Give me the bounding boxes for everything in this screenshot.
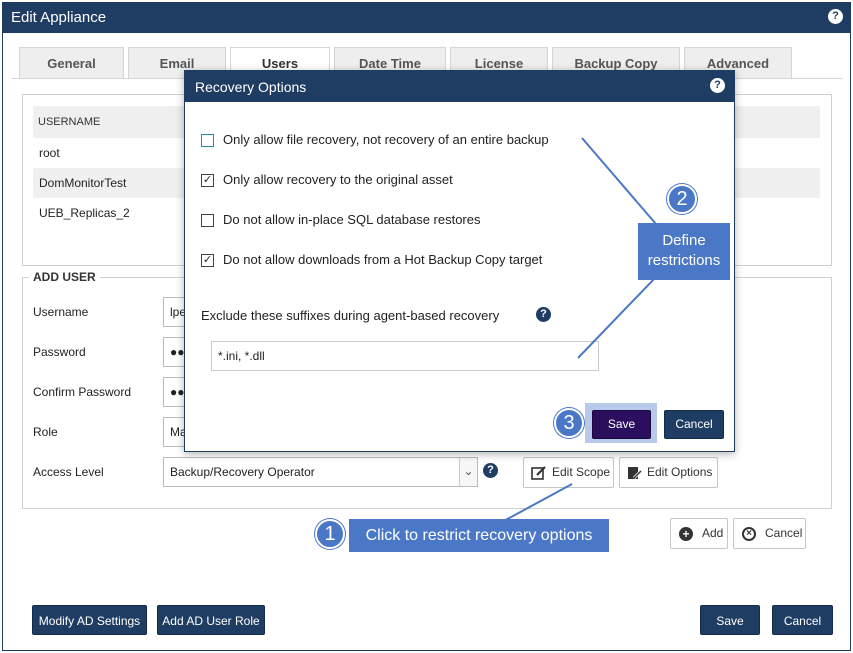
access-help-icon[interactable]: ? [483,463,498,478]
tab-general[interactable]: General [19,47,124,79]
save-button[interactable]: Save [700,605,760,635]
suffix-input[interactable]: *.ini, *.dll [211,341,599,371]
option-label: Do not allow in-place SQL database resto… [223,212,481,227]
cancel-label: Cancel [765,526,803,540]
dialog-title: Recovery Options [195,79,307,95]
access-level-select[interactable]: Backup/Recovery Operator ⌄ [163,457,478,487]
option-label: Only allow recovery to the original asse… [223,172,453,187]
add-ad-user-role-button[interactable]: Add AD User Role [157,605,265,635]
cancel-button[interactable]: Cancel [772,605,833,635]
edit-scope-label: Edit Scope [552,465,611,479]
plus-icon: + [679,527,693,541]
dialog-help-icon[interactable]: ? [710,78,725,93]
option-label: Only allow file recovery, not recovery o… [223,132,549,147]
add-button[interactable]: + Add [670,518,728,549]
checkbox-unchecked[interactable] [201,134,214,147]
edit-scope-button[interactable]: Edit Scope [523,457,614,488]
checkbox-checked[interactable]: ✓ [201,174,214,187]
add-user-legend: ADD USER [29,270,100,284]
callout-number-1: 1 [315,519,345,549]
dialog-cancel-button[interactable]: Cancel [664,410,724,439]
username-label: Username [33,305,89,319]
suffix-help-icon[interactable]: ? [536,307,551,322]
define-restrictions-callout: Define restrictions [638,223,730,280]
options-icon [628,467,642,480]
role-label: Role [33,425,58,439]
access-level-label: Access Level [33,465,104,479]
close-icon: × [742,527,756,541]
restrict-options-callout: Click to restrict recovery options [349,519,609,552]
modify-ad-settings-button[interactable]: Modify AD Settings [32,605,147,635]
callout-text: restrictions [647,252,721,269]
callout-number-3: 3 [554,408,584,438]
dialog-titlebar: Recovery Options ? [185,71,734,102]
checkbox-unchecked[interactable] [201,214,214,227]
option-label: Do not allow downloads from a Hot Backup… [223,252,543,267]
help-icon[interactable]: ? [828,9,843,24]
dialog-save-button[interactable]: Save [592,410,651,439]
chevron-down-icon[interactable]: ⌄ [459,458,477,486]
access-level-value: Backup/Recovery Operator [170,465,315,479]
edit-icon [531,466,546,480]
window-titlebar: Edit Appliance ? [3,3,850,33]
suffix-label: Exclude these suffixes during agent-base… [201,308,500,323]
password-label: Password [33,345,86,359]
add-user-cancel-button[interactable]: × Cancel [733,518,806,549]
checkbox-checked[interactable]: ✓ [201,254,214,267]
edit-options-label: Edit Options [647,465,713,479]
confirm-password-label: Confirm Password [33,385,132,399]
callout-number-2: 2 [667,184,697,214]
edit-options-button[interactable]: Edit Options [619,457,718,488]
callout-text: Define [662,232,706,249]
add-label: Add [702,526,724,540]
window-title: Edit Appliance [11,9,107,26]
